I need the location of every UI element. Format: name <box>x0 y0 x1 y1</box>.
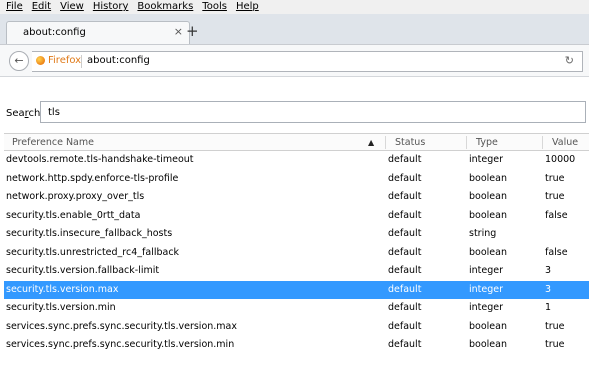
table-row[interactable]: services.sync.prefs.sync.security.tls.ve… <box>4 336 589 355</box>
table-header: Preference Name ▲ Status Type Value <box>4 133 589 151</box>
pref-status-cell: default <box>388 302 422 313</box>
pref-type-cell: string <box>469 228 497 239</box>
table-row[interactable]: security.tls.unrestricted_rc4_fallback de… <box>4 244 589 263</box>
pref-name-cell: services.sync.prefs.sync.security.tls.ve… <box>6 339 235 350</box>
menu-tools-label: Tools <box>202 1 227 12</box>
table-row[interactable]: security.tls.version.max default integer 3 <box>4 280 589 299</box>
column-divider[interactable] <box>385 136 386 149</box>
pref-type-cell: boolean <box>469 172 507 184</box>
search-row: Search: <box>0 97 589 129</box>
pref-value-cell: false <box>545 246 568 258</box>
pref-type-cell: boolean <box>469 339 507 350</box>
pref-type-cell: integer <box>469 265 504 276</box>
pref-status-cell: default <box>388 172 422 184</box>
menu-help[interactable]: Help <box>233 0 262 14</box>
pref-name-cell: network.http.spdy.enforce-tls-profile <box>6 172 179 184</box>
search-label: Search: <box>6 108 44 119</box>
column-divider[interactable] <box>542 136 543 149</box>
pref-name-cell: security.tls.insecure_fallback_hosts <box>6 228 173 239</box>
pref-status-cell: default <box>388 283 422 295</box>
menu-file[interactable]: File <box>3 0 26 14</box>
pref-value-cell: true <box>545 191 565 202</box>
pref-status-cell: default <box>388 265 422 276</box>
pref-value-cell: 3 <box>545 265 552 276</box>
column-divider[interactable] <box>466 136 467 149</box>
pref-type-cell: boolean <box>469 320 507 332</box>
url-separator <box>81 55 82 68</box>
pref-value-cell: true <box>545 339 565 350</box>
menu-view[interactable]: View <box>57 0 87 14</box>
url-text[interactable]: about:config <box>87 55 150 66</box>
sort-ascending-icon: ▲ <box>368 138 375 147</box>
pref-type-cell: boolean <box>469 246 507 258</box>
back-arrow-icon[interactable]: ← <box>9 51 29 71</box>
pref-name-cell: services.sync.prefs.sync.security.tls.ve… <box>6 320 237 332</box>
pref-name-cell: network.proxy.proxy_over_tls <box>6 191 145 202</box>
menu-bookmarks-label: Bookmarks <box>137 1 194 12</box>
pref-type-cell: integer <box>469 302 504 313</box>
menu-edit-label: Edit <box>31 1 52 12</box>
menu-bar: File Edit View History Bookmarks Tools H… <box>0 0 589 14</box>
pref-type-cell: integer <box>469 283 504 295</box>
table-row[interactable]: security.tls.insecure_fallback_hosts defa… <box>4 225 589 244</box>
menu-file-label: File <box>6 1 23 12</box>
table-row[interactable]: network.http.spdy.enforce-tls-profile def… <box>4 170 589 189</box>
pref-value-cell: 3 <box>545 283 552 295</box>
pref-value-cell: false <box>545 209 568 221</box>
pref-value-cell: true <box>545 172 565 184</box>
search-input[interactable] <box>40 101 586 123</box>
pref-name-cell: security.tls.version.max <box>6 283 119 295</box>
navigation-bar: ← Firefox about:config ↻ <box>0 44 589 77</box>
pref-type-cell: boolean <box>469 191 507 202</box>
column-header-status[interactable]: Status <box>395 134 425 151</box>
pref-status-cell: default <box>388 154 422 165</box>
pref-status-cell: default <box>388 246 422 258</box>
pref-type-cell: boolean <box>469 209 507 221</box>
pref-status-cell: default <box>388 339 422 350</box>
new-tab-icon[interactable]: + <box>186 24 199 39</box>
column-header-type[interactable]: Type <box>476 134 498 151</box>
menu-history[interactable]: History <box>90 0 132 14</box>
pref-status-cell: default <box>388 320 422 332</box>
menu-bookmarks[interactable]: Bookmarks <box>134 0 196 14</box>
identity-label: Firefox <box>48 55 82 66</box>
column-header-value[interactable]: Value <box>552 134 578 151</box>
pref-value-cell: 10000 <box>545 154 576 165</box>
table-row[interactable]: security.tls.version.fallback-limit defau… <box>4 262 589 281</box>
table-row[interactable]: devtools.remote.tls-handshake-timeout def… <box>4 151 589 170</box>
table-row[interactable]: network.proxy.proxy_over_tls default boole… <box>4 188 589 207</box>
close-tab-icon[interactable]: × <box>174 25 183 38</box>
menu-edit[interactable]: Edit <box>29 0 54 14</box>
pref-name-cell: security.tls.enable_0rtt_data <box>6 209 141 221</box>
pref-value-cell: true <box>545 320 565 332</box>
table-body: devtools.remote.tls-handshake-timeout def… <box>4 151 589 355</box>
preferences-table: Preference Name ▲ Status Type Value devt… <box>4 133 589 355</box>
menu-help-label: Help <box>235 1 259 12</box>
menu-tools[interactable]: Tools <box>199 0 230 14</box>
identity-box[interactable]: Firefox <box>36 55 81 66</box>
pref-status-cell: default <box>388 228 422 239</box>
tab-about-config[interactable]: about:config × <box>6 21 190 44</box>
pref-type-cell: integer <box>469 154 504 165</box>
pref-name-cell: devtools.remote.tls-handshake-timeout <box>6 154 194 165</box>
pref-name-cell: security.tls.version.fallback-limit <box>6 265 160 276</box>
pref-name-cell: security.tls.unrestricted_rc4_fallback <box>6 246 180 258</box>
table-row[interactable]: security.tls.enable_0rtt_data default bool… <box>4 207 589 226</box>
reload-icon[interactable]: ↻ <box>565 54 574 67</box>
menu-history-label: History <box>92 1 129 12</box>
table-row[interactable]: services.sync.prefs.sync.security.tls.ve… <box>4 318 589 337</box>
tab-strip: about:config × + <box>0 14 589 44</box>
pref-status-cell: default <box>388 209 422 221</box>
tab-title: about:config <box>23 27 86 38</box>
pref-status-cell: default <box>388 191 422 202</box>
url-bar[interactable]: Firefox about:config ↻ <box>32 51 583 72</box>
firefox-logo-icon <box>36 56 45 65</box>
pref-value-cell: 1 <box>545 302 552 313</box>
menu-view-label: View <box>60 1 84 12</box>
column-header-name[interactable]: Preference Name <box>12 134 94 151</box>
table-row[interactable]: security.tls.version.min default integer 1 <box>4 299 589 318</box>
pref-name-cell: security.tls.version.min <box>6 302 116 313</box>
